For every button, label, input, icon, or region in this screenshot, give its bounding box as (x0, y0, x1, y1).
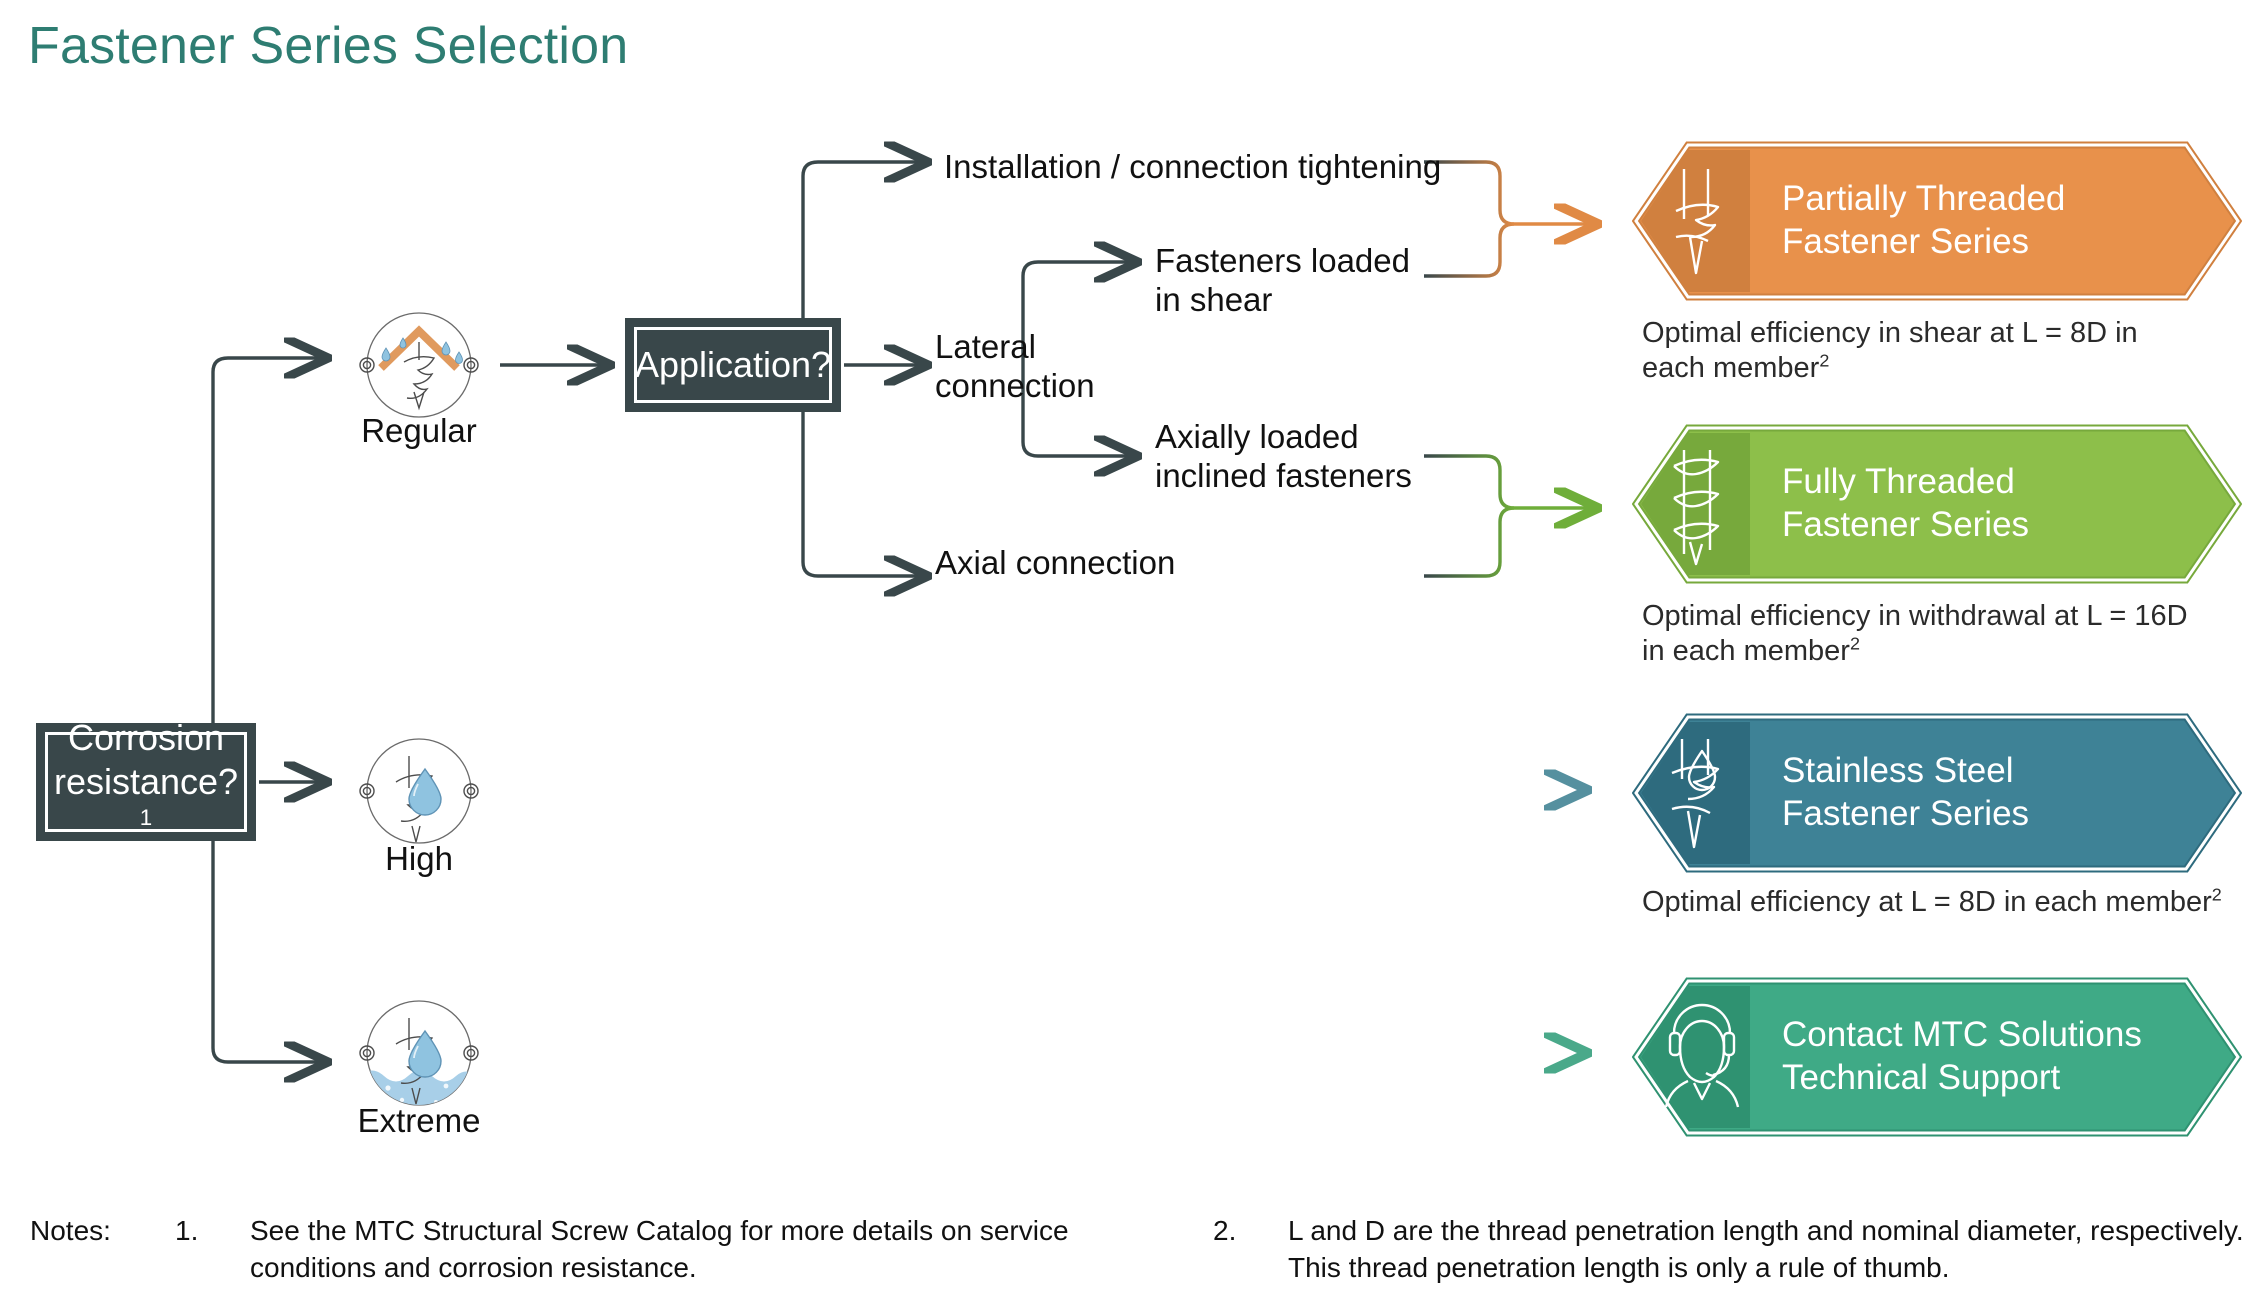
decision-box-corrosion-inner: Corrosion resistance? 1 (45, 717, 247, 832)
note-2-number: 2. (1213, 1215, 1237, 1246)
result-stainless-steel[interactable]: Stainless Steel Fastener Series Optimal … (1632, 713, 2242, 918)
condition-label-regular: Regular (361, 412, 477, 449)
footnote-marker-2c: 2 (2211, 884, 2222, 905)
decision-corrosion-line1: Corrosion (67, 717, 225, 759)
path-label-axial-inclined: Axially loaded inclined fasteners (1155, 418, 1412, 494)
result-fully-threaded[interactable]: Fully Threaded Fastener Series Optimal e… (1632, 424, 2242, 667)
hex-shape-partially-threaded (1632, 141, 2242, 301)
decision-application-label: Application? (634, 344, 832, 386)
condition-label-extreme: Extreme (357, 1102, 481, 1139)
result-note-partially-threaded: Optimal efficiency in shear at L = 8D in… (1642, 317, 2138, 385)
note-2-text: L and D are the thread penetration lengt… (1288, 1215, 2244, 1283)
footnote-marker-1: 1 (139, 804, 153, 830)
decision-box-application-inner: Application? (634, 327, 832, 403)
hex-shape-fully-threaded (1632, 424, 2242, 584)
decision-corrosion-line2: resistance? 1 (53, 761, 239, 830)
path-label-installation: Installation / connection tightening (944, 148, 1442, 185)
path-label-shear: Fasteners loaded in shear (1155, 242, 1410, 318)
result-contact-support[interactable]: Contact MTC Solutions Technical Support (1632, 977, 2242, 1137)
decision-box-corrosion[interactable]: Corrosion resistance? 1 (36, 717, 256, 841)
result-note-stainless-steel: Optimal efficiency at L = 8D in each mem… (1642, 884, 2222, 918)
path-label-axial: Axial connection (935, 544, 1176, 581)
path-label-lateral: Lateral connection (935, 328, 1095, 404)
notes-label: Notes: (30, 1215, 111, 1246)
condition-label-high: High (385, 840, 453, 877)
result-partially-threaded[interactable]: Partially Threaded Fastener Series Optim… (1632, 141, 2242, 384)
note-1-number: 1. (175, 1215, 199, 1246)
note-1-text: See the MTC Structural Screw Catalog for… (250, 1215, 1069, 1283)
result-note-fully-threaded: Optimal efficiency in withdrawal at L = … (1642, 600, 2188, 668)
footnote-marker-2a: 2 (1819, 350, 1830, 371)
diagram-canvas: Fastener Series Selection Corrosion resi… (0, 0, 2262, 1305)
footnote-marker-2b: 2 (1849, 633, 1860, 654)
result-hex-fully-threaded[interactable]: Fully Threaded Fastener Series (1632, 424, 2242, 584)
hex-shape-stainless-steel (1632, 713, 2242, 873)
hex-shape-contact-support (1632, 977, 2242, 1137)
result-hex-partially-threaded[interactable]: Partially Threaded Fastener Series (1632, 141, 2242, 301)
page-title: Fastener Series Selection (28, 17, 629, 75)
decision-box-application[interactable]: Application? (625, 318, 841, 412)
result-hex-contact-support[interactable]: Contact MTC Solutions Technical Support (1632, 977, 2242, 1137)
result-hex-stainless-steel[interactable]: Stainless Steel Fastener Series (1632, 713, 2242, 873)
